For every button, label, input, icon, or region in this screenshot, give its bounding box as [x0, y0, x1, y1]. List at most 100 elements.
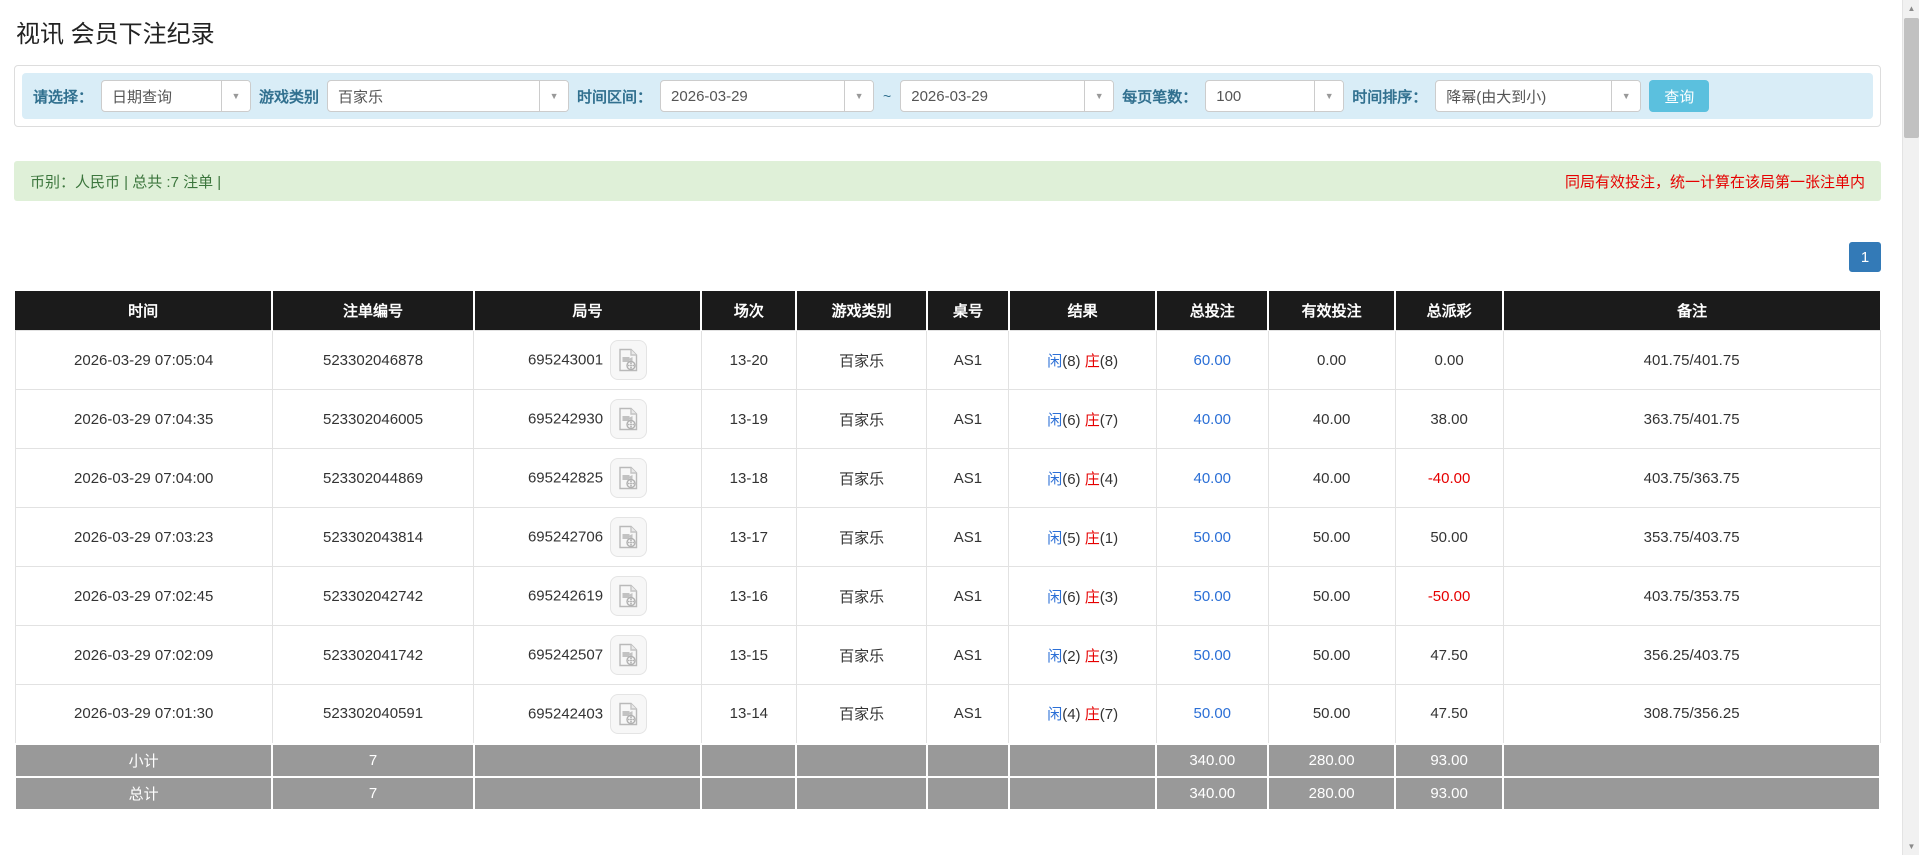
main-content: 视讯 会员下注纪录 请选择： 日期查询 ▼ 游戏类别 百家乐 ▼ 时间区间： 2…	[0, 0, 1902, 811]
cell-result: 闲(6) 庄(7)	[1008, 389, 1157, 449]
scroll-up-icon[interactable]: ▲	[1903, 0, 1919, 17]
cell-total-bet[interactable]: 50.00	[1155, 625, 1269, 685]
cell-payout: 47.50	[1394, 625, 1504, 685]
cell-remark: 353.75/403.75	[1502, 507, 1881, 567]
video-record-icon[interactable]	[610, 517, 648, 557]
query-type-select[interactable]: 日期查询 ▼	[101, 80, 252, 112]
cell-total-bet[interactable]: 40.00	[1155, 448, 1269, 508]
total-count: 7	[271, 775, 475, 811]
cell-result: 闲(4) 庄(7)	[1008, 684, 1157, 744]
cell-game-type: 百家乐	[795, 625, 928, 685]
sort-value: 降幂(由大到小)	[1446, 88, 1547, 106]
cell-table-no: AS1	[926, 330, 1010, 390]
total-total-bet: 340.00	[1155, 775, 1270, 811]
cell-game-type: 百家乐	[795, 330, 928, 390]
banker-result: 庄	[1084, 529, 1100, 547]
chevron-down-icon[interactable]: ▼	[1611, 81, 1641, 111]
cell-total-bet[interactable]: 40.00	[1155, 389, 1269, 449]
col-total-bet: 总投注	[1156, 291, 1270, 331]
page-size-select[interactable]: 100 ▼	[1205, 80, 1345, 112]
cell-total-bet[interactable]: 50.00	[1155, 507, 1269, 567]
table-row: 2026-03-29 07:02:45 523302042742 6952426…	[14, 566, 1881, 626]
player-result: 闲	[1047, 529, 1063, 547]
scrollbar-thumb[interactable]	[1904, 18, 1919, 138]
subtotal-total-bet: 340.00	[1155, 742, 1270, 778]
cell-total-bet[interactable]: 50.00	[1155, 684, 1269, 744]
col-game-type: 游戏类别	[796, 291, 928, 331]
cell-total-bet[interactable]: 50.00	[1155, 566, 1269, 626]
col-round-id: 局号	[473, 291, 703, 331]
total-valid-bet: 280.00	[1267, 775, 1397, 811]
video-record-icon[interactable]	[610, 635, 648, 675]
cell-result: 闲(6) 庄(4)	[1008, 448, 1157, 508]
subtotal-label: 小计	[13, 742, 274, 778]
cell-time: 2026-03-29 07:04:35	[14, 389, 273, 449]
video-record-icon[interactable]	[610, 693, 648, 734]
col-remark: 备注	[1503, 291, 1880, 331]
page: 视讯 会员下注纪录 请选择： 日期查询 ▼ 游戏类别 百家乐 ▼ 时间区间： 2…	[0, 0, 1919, 855]
scroll-down-icon[interactable]: ▼	[1903, 838, 1919, 855]
table-row: 2026-03-29 07:05:04 523302046878 6952430…	[14, 330, 1881, 390]
date-to-select[interactable]: 2026-03-29 ▼	[900, 80, 1115, 112]
player-result: 闲	[1047, 411, 1063, 429]
cell-valid-bet: 50.00	[1267, 684, 1396, 744]
cell-game-type: 百家乐	[795, 389, 928, 449]
cell-valid-bet: 40.00	[1267, 389, 1396, 449]
currency-summary-text: 币别：人民币 | 总共 :7 注单 |	[30, 173, 222, 191]
cell-time: 2026-03-29 07:02:45	[14, 566, 273, 626]
cell-time: 2026-03-29 07:02:09	[14, 625, 273, 685]
date-from-select[interactable]: 2026-03-29 ▼	[660, 80, 875, 112]
cell-table-no: AS1	[926, 389, 1010, 449]
game-type-select[interactable]: 百家乐 ▼	[327, 80, 570, 112]
cell-result: 闲(8) 庄(8)	[1008, 330, 1157, 390]
cell-bet-id: 523302041742	[271, 625, 475, 685]
cell-table-no: AS1	[926, 448, 1010, 508]
page-1-button[interactable]: 1	[1849, 242, 1881, 272]
banker-result: 庄	[1084, 647, 1100, 665]
search-button[interactable]: 查询	[1649, 80, 1710, 112]
sort-select[interactable]: 降幂(由大到小) ▼	[1435, 80, 1642, 112]
chevron-down-icon[interactable]: ▼	[1084, 81, 1114, 111]
subtotal-count: 7	[271, 742, 475, 778]
cell-valid-bet: 50.00	[1267, 507, 1396, 567]
date-to-value: 2026-03-29	[911, 87, 988, 105]
subtotal-valid-bet: 280.00	[1267, 742, 1397, 778]
pagination: 1	[14, 242, 1881, 272]
cell-bet-id: 523302046878	[271, 330, 475, 390]
chevron-down-icon[interactable]: ▼	[844, 81, 874, 111]
col-time: 时间	[15, 291, 274, 331]
cell-session: 13-15	[700, 625, 797, 685]
cell-total-bet[interactable]: 60.00	[1155, 330, 1269, 390]
cell-session: 13-16	[700, 566, 797, 626]
chevron-down-icon[interactable]: ▼	[221, 81, 251, 111]
table-row: 2026-03-29 07:02:09 523302041742 6952425…	[14, 625, 1881, 685]
player-result: 闲	[1047, 706, 1063, 724]
cell-session: 13-18	[700, 448, 797, 508]
cell-session: 13-20	[700, 330, 797, 390]
chevron-down-icon[interactable]: ▼	[539, 81, 569, 111]
query-type-value: 日期查询	[112, 88, 173, 106]
video-record-icon[interactable]	[610, 340, 648, 380]
player-result: 闲	[1047, 647, 1063, 665]
video-record-icon[interactable]	[610, 458, 648, 498]
col-result: 结果	[1008, 291, 1158, 331]
cell-game-type: 百家乐	[795, 566, 928, 626]
scrollbar[interactable]: ▲ ▼	[1902, 0, 1919, 855]
banker-result: 庄	[1084, 706, 1100, 724]
cell-bet-id: 523302044869	[271, 448, 475, 508]
video-record-icon[interactable]	[610, 576, 648, 616]
col-valid-bet: 有效投注	[1268, 291, 1397, 331]
chevron-down-icon[interactable]: ▼	[1314, 81, 1344, 111]
video-record-icon[interactable]	[610, 399, 648, 439]
table-row: 2026-03-29 07:01:30 523302040591 6952424…	[14, 684, 1881, 744]
cell-time: 2026-03-29 07:03:23	[14, 507, 273, 567]
cell-time: 2026-03-29 07:01:30	[14, 684, 273, 744]
cell-time: 2026-03-29 07:04:00	[14, 448, 273, 508]
cell-bet-id: 523302042742	[271, 566, 475, 626]
cell-valid-bet: 40.00	[1267, 448, 1396, 508]
filter-panel: 请选择： 日期查询 ▼ 游戏类别 百家乐 ▼ 时间区间： 2026-03-29 …	[14, 65, 1881, 127]
table-row: 2026-03-29 07:04:00 523302044869 6952428…	[14, 448, 1881, 508]
table-row: 2026-03-29 07:03:23 523302043814 6952427…	[14, 507, 1881, 567]
cell-time: 2026-03-29 07:05:04	[14, 330, 273, 390]
cell-bet-id: 523302043814	[271, 507, 475, 567]
